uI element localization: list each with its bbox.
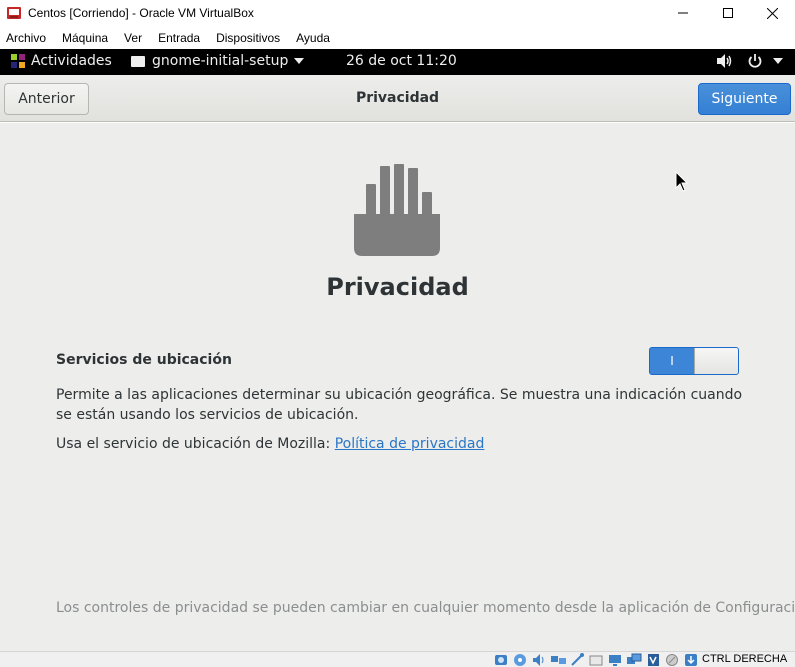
mouse-integration-icon[interactable] [664, 653, 681, 667]
menu-dispositivos[interactable]: Dispositivos [216, 31, 280, 45]
network-icon[interactable] [550, 653, 567, 667]
menu-entrada[interactable]: Entrada [158, 31, 200, 45]
maximize-button[interactable] [705, 0, 750, 26]
page-heading: Privacidad [326, 273, 469, 301]
video-capture-icon[interactable] [626, 653, 643, 667]
centos-logo-icon [11, 54, 25, 68]
mozilla-service-text: Usa el servicio de ubicación de Mozilla: [56, 436, 335, 452]
switch-on-mark: I [670, 354, 674, 368]
virtualization-icon[interactable] [645, 653, 662, 667]
maximize-icon [722, 8, 733, 18]
power-icon [748, 54, 762, 68]
menu-ayuda[interactable]: Ayuda [296, 31, 330, 45]
header-title: Privacidad [355, 90, 440, 106]
chevron-down-icon [294, 58, 305, 64]
header-bar: Anterior Privacidad Siguiente [0, 75, 795, 122]
privacy-footer-note: Los controles de privacidad se pueden ca… [56, 600, 795, 616]
menu-maquina[interactable]: Máquina [62, 31, 108, 45]
switch-knob [694, 348, 738, 374]
privacy-hand-icon [354, 164, 440, 256]
privacy-policy-link[interactable]: Política de privacidad [335, 436, 485, 452]
audio-icon[interactable] [531, 653, 548, 667]
menu-bar: Archivo Máquina Ver Entrada Dispositivos… [0, 27, 795, 49]
app-menu-label: gnome-initial-setup [152, 53, 289, 69]
mouse-pointer-icon [675, 171, 689, 192]
virtualbox-icon [6, 5, 22, 21]
clock[interactable]: 26 de oct 11:20 [346, 53, 457, 69]
activities-label: Actividades [31, 53, 112, 69]
mozilla-service-line: Usa el servicio de ubicación de Mozilla:… [56, 436, 484, 452]
next-button[interactable]: Siguiente [698, 83, 791, 115]
activities-button[interactable]: Actividades [10, 53, 112, 69]
location-services-label: Servicios de ubicación [56, 352, 232, 368]
minimize-button[interactable] [660, 0, 705, 26]
close-button[interactable] [750, 0, 795, 26]
usb-icon[interactable] [569, 653, 586, 667]
window-titlebar: Centos [Corriendo] - Oracle VM VirtualBo… [0, 0, 795, 26]
close-icon [767, 7, 778, 19]
menu-archivo[interactable]: Archivo [6, 31, 46, 45]
display-icon[interactable] [607, 653, 624, 667]
optical-drive-icon[interactable] [512, 653, 529, 667]
gnome-top-bar: Actividades gnome-initial-setup 26 de oc… [0, 49, 795, 75]
system-tray[interactable] [717, 53, 783, 69]
location-description: Permite a las aplicaciones determinar su… [56, 387, 743, 423]
volume-icon [717, 54, 732, 68]
menu-ver[interactable]: Ver [124, 31, 142, 45]
privacy-page: Privacidad Servicios de ubicación I Perm… [0, 123, 795, 651]
window-icon [131, 56, 145, 67]
app-menu-button[interactable]: gnome-initial-setup [131, 53, 305, 69]
host-key-label: CTRL DERECHA [702, 653, 788, 665]
window-title: Centos [Corriendo] - Oracle VM VirtualBo… [28, 6, 254, 20]
minimize-icon [677, 12, 688, 14]
vm-status-bar: CTRL DERECHA [0, 651, 795, 667]
hard-disk-icon[interactable] [493, 653, 510, 667]
chevron-down-icon [773, 58, 783, 64]
shared-folders-icon[interactable] [588, 653, 605, 667]
virtualbox-window: Centos [Corriendo] - Oracle VM VirtualBo… [0, 0, 795, 667]
location-services-switch[interactable]: I [649, 347, 739, 375]
host-key-arrow-icon[interactable] [683, 653, 700, 667]
